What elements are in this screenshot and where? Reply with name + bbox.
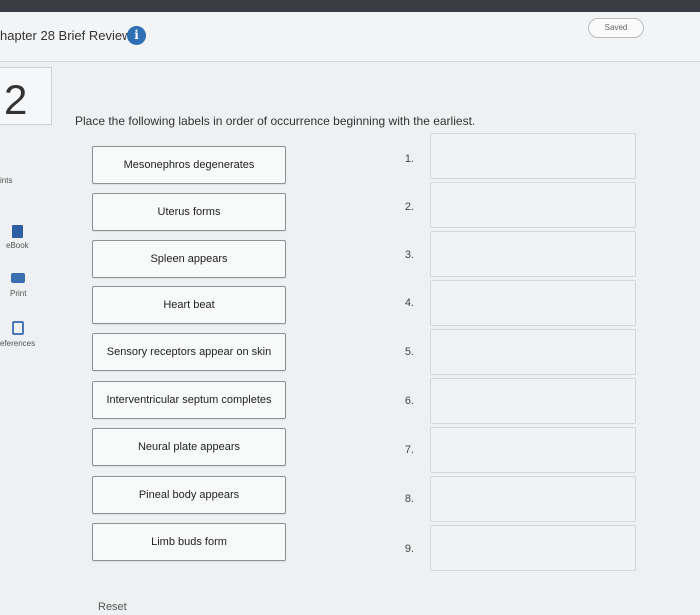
drop-slot[interactable] xyxy=(430,280,636,326)
slot-number: 4. xyxy=(404,297,414,309)
draggable-label[interactable]: Uterus forms xyxy=(92,193,286,231)
print-icon[interactable] xyxy=(11,273,25,283)
info-icon[interactable]: i xyxy=(127,26,146,45)
sidebar: 2 ints eBook Print eferences xyxy=(0,63,56,615)
references-link[interactable]: eferences xyxy=(0,339,35,348)
reset-button[interactable]: Reset xyxy=(98,601,127,613)
slot-number: 2. xyxy=(404,201,414,213)
slot-number: 3. xyxy=(404,249,414,261)
draggable-label[interactable]: Spleen appears xyxy=(92,240,286,278)
top-bar xyxy=(0,0,700,12)
drop-slot[interactable] xyxy=(430,427,636,473)
draggable-label[interactable]: Mesonephros degenerates xyxy=(92,146,286,184)
drop-slot[interactable] xyxy=(430,231,636,277)
drop-slot[interactable] xyxy=(430,525,636,571)
draggable-label[interactable]: Interventricular septum completes xyxy=(92,381,286,419)
drop-slot[interactable] xyxy=(430,182,636,228)
ebook-icon[interactable] xyxy=(12,225,23,238)
drop-slot[interactable] xyxy=(430,378,636,424)
draggable-label[interactable]: Pineal body appears xyxy=(92,476,286,514)
saved-status-badge: Saved xyxy=(588,18,644,38)
slot-number: 9. xyxy=(404,543,414,555)
drop-slot[interactable] xyxy=(430,329,636,375)
draggable-label[interactable]: Heart beat xyxy=(92,286,286,324)
slot-number: 1. xyxy=(404,153,414,165)
ebook-link[interactable]: eBook xyxy=(6,241,29,250)
slot-number: 7. xyxy=(404,444,414,456)
draggable-label[interactable]: Neural plate appears xyxy=(92,428,286,466)
header: hapter 28 Brief Review i Saved xyxy=(0,12,700,62)
slot-number: 8. xyxy=(404,493,414,505)
print-link[interactable]: Print xyxy=(10,289,26,298)
question-prompt: Place the following labels in order of o… xyxy=(75,114,476,128)
slot-number: 6. xyxy=(404,395,414,407)
draggable-label[interactable]: Sensory receptors appear on skin xyxy=(92,333,286,371)
slot-number: 5. xyxy=(404,346,414,358)
draggable-label[interactable]: Limb buds form xyxy=(92,523,286,561)
assignment-title: hapter 28 Brief Review xyxy=(0,28,132,43)
question-number-box: 2 xyxy=(0,67,52,125)
references-icon[interactable] xyxy=(12,321,24,335)
question-number: 2 xyxy=(4,76,28,123)
drop-slot[interactable] xyxy=(430,133,636,179)
drop-slot[interactable] xyxy=(430,476,636,522)
points-label: ints xyxy=(0,176,13,185)
